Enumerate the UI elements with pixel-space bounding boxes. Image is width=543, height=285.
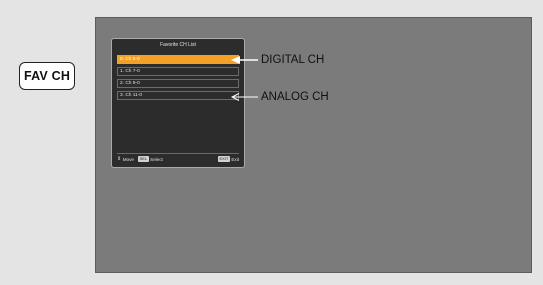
analog-arrow-icon: [230, 93, 258, 101]
digital-arrow-icon: [231, 56, 258, 64]
analog-ch-callout: ANALOG CH: [261, 91, 329, 103]
digital-ch-callout: DIGITAL CH: [261, 54, 325, 66]
callout-pointers: [230, 56, 258, 101]
